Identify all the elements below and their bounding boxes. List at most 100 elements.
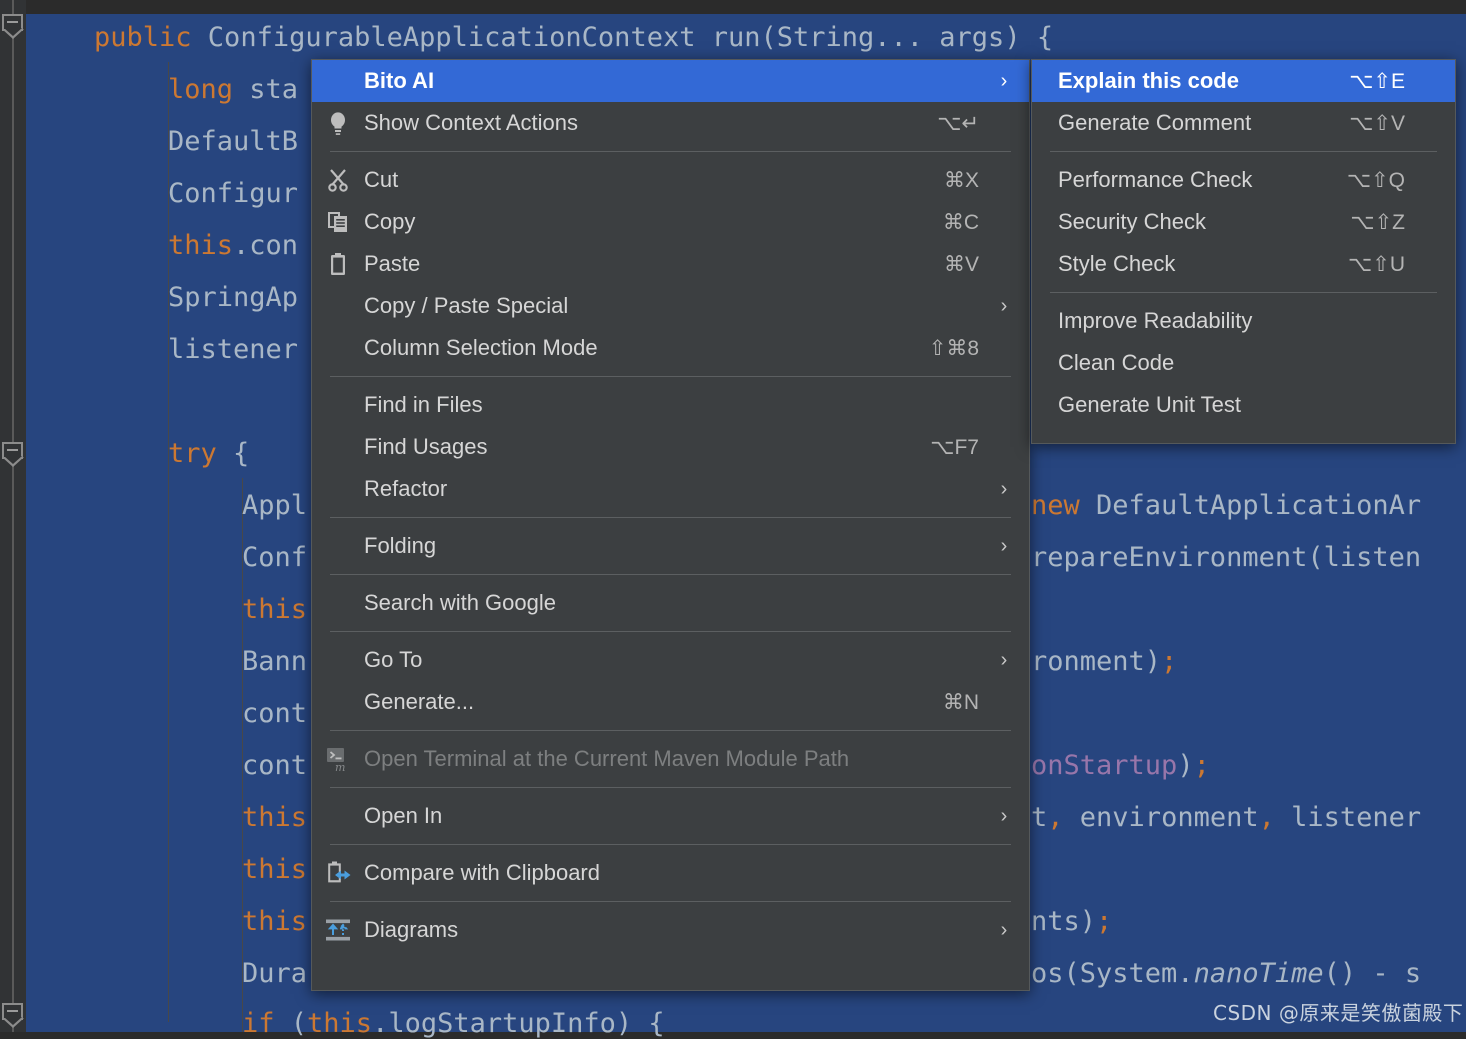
code-line: listener: [168, 334, 299, 365]
gutter-vertical-line: [12, 0, 14, 1032]
code-line: t, environment, listener: [1031, 802, 1422, 833]
menu-item-shortcut: ⌥↵: [937, 111, 979, 135]
menu-item-bito-ai[interactable]: Bito AI ›: [312, 60, 1029, 102]
menu-item-shortcut: ⌥F7: [930, 435, 979, 459]
menu-item-label: Generate Unit Test: [1058, 392, 1242, 417]
chevron-right-icon: ›: [1000, 534, 1008, 557]
menu-item-label: Security Check: [1058, 209, 1206, 234]
code-line: Configur: [168, 178, 299, 209]
menu-item-shortcut: ⌥⇧U: [1348, 252, 1405, 276]
menu-item-generate-unit-test[interactable]: Generate Unit Test: [1032, 384, 1455, 426]
menu-item-cut[interactable]: Cut ⌘X: [312, 159, 1029, 201]
code-line: new DefaultApplicationAr: [1031, 490, 1422, 521]
menu-item-shortcut: ⌥⇧Q: [1346, 168, 1405, 192]
code-line: repareEnvironment(listen: [1031, 542, 1422, 573]
menu-item-label: Show Context Actions: [364, 110, 579, 135]
menu-icon-placeholder: [312, 327, 364, 369]
menu-item-folding[interactable]: Folding ›: [312, 525, 1029, 567]
menu-item-label: Paste: [364, 251, 421, 276]
menu-item-label: Refactor: [364, 476, 448, 501]
code-line: SpringAp: [168, 282, 299, 313]
code-line: ronment);: [1031, 646, 1178, 677]
menu-item-label: Performance Check: [1058, 167, 1253, 192]
editor-context-menu[interactable]: Bito AI › Show Context Actions ⌥↵ Cut ⌘X Copy ⌘…: [311, 59, 1030, 991]
fold-marker-icon[interactable]: [2, 1003, 25, 1029]
menu-item-open-terminal-at-the-current-maven-module-path: m Open Terminal at the Current Maven Modu…: [312, 738, 1029, 780]
menu-item-label: Improve Readability: [1058, 308, 1253, 333]
menu-separator: [330, 730, 1011, 731]
menu-item-copy[interactable]: Copy ⌘C: [312, 201, 1029, 243]
code-line: try {: [168, 438, 250, 469]
menu-separator: [330, 574, 1011, 575]
menu-separator: [330, 787, 1011, 788]
menu-item-clean-code[interactable]: Clean Code: [1032, 342, 1455, 384]
terminal-maven-icon: m: [312, 738, 364, 780]
fold-marker-icon[interactable]: [2, 14, 25, 40]
menu-item-security-check[interactable]: Security Check ⌥⇧Z: [1032, 201, 1455, 243]
code-line: os(System.nanoTime() - s: [1031, 958, 1422, 989]
menu-item-label: Copy: [364, 209, 416, 234]
menu-icon-placeholder: [312, 582, 364, 624]
menu-item-label: Search with Google: [364, 590, 556, 615]
menu-separator: [330, 517, 1011, 518]
menu-item-find-usages[interactable]: Find Usages ⌥F7: [312, 426, 1029, 468]
menu-item-label: Compare with Clipboard: [364, 860, 600, 885]
menu-item-open-in[interactable]: Open In ›: [312, 795, 1029, 837]
menu-item-refactor[interactable]: Refactor ›: [312, 468, 1029, 510]
bito-ai-submenu[interactable]: Explain this code ⌥⇧E Generate Comment ⌥⇧V P…: [1031, 59, 1456, 444]
chevron-right-icon: ›: [1000, 69, 1008, 92]
menu-item-explain-this-code[interactable]: Explain this code ⌥⇧E: [1032, 60, 1455, 102]
menu-separator: [330, 901, 1011, 902]
menu-icon-placeholder: [312, 681, 364, 723]
menu-item-shortcut: ⌘N: [942, 690, 979, 714]
menu-item-copy-paste-special[interactable]: Copy / Paste Special ›: [312, 285, 1029, 327]
editor-gutter[interactable]: [0, 0, 26, 1032]
code-line: Conf: [242, 542, 308, 573]
menu-item-label: Find in Files: [364, 392, 483, 417]
menu-item-column-selection-mode[interactable]: Column Selection Mode ⇧⌘8: [312, 327, 1029, 369]
menu-item-label: Folding: [364, 533, 437, 558]
menu-icon-placeholder: [312, 795, 364, 837]
fold-marker-icon[interactable]: [2, 442, 25, 468]
menu-item-generate[interactable]: Generate... ⌘N: [312, 681, 1029, 723]
code-line: DefaultB: [168, 126, 299, 157]
menu-item-performance-check[interactable]: Performance Check ⌥⇧Q: [1032, 159, 1455, 201]
code-line: public ConfigurableApplicationContext ru…: [94, 22, 1054, 53]
menu-icon-placeholder: [312, 384, 364, 426]
menu-item-label: Generate...: [364, 689, 475, 714]
menu-item-label: Generate Comment: [1058, 110, 1252, 135]
watermark: CSDN @原来是笑傲菌殿下: [1213, 1001, 1464, 1025]
menu-item-label: Diagrams: [364, 917, 459, 942]
menu-item-compare-with-clipboard[interactable]: Compare with Clipboard: [312, 852, 1029, 894]
menu-item-diagrams[interactable]: Diagrams ›: [312, 909, 1029, 951]
menu-item-improve-readability[interactable]: Improve Readability: [1032, 300, 1455, 342]
menu-item-shortcut: ⌘X: [943, 168, 979, 192]
code-line: this: [242, 802, 308, 833]
menu-item-search-with-google[interactable]: Search with Google: [312, 582, 1029, 624]
code-line: Dura: [242, 958, 308, 989]
menu-item-paste[interactable]: Paste ⌘V: [312, 243, 1029, 285]
menu-item-shortcut: ⌥⇧Z: [1350, 210, 1405, 234]
menu-item-shortcut: ⌘V: [943, 252, 979, 276]
menu-item-find-in-files[interactable]: Find in Files: [312, 384, 1029, 426]
menu-item-label: Cut: [364, 167, 399, 192]
menu-separator: [1050, 151, 1437, 152]
menu-item-generate-comment[interactable]: Generate Comment ⌥⇧V: [1032, 102, 1455, 144]
menu-item-label: Go To: [364, 647, 423, 672]
chevron-right-icon: ›: [1000, 648, 1008, 671]
code-line: this.con: [168, 230, 299, 261]
menu-item-show-context-actions[interactable]: Show Context Actions ⌥↵: [312, 102, 1029, 144]
menu-icon-placeholder: [312, 525, 364, 567]
code-line: onStartup);: [1031, 750, 1210, 781]
menu-item-shortcut: ⌥⇧E: [1349, 69, 1405, 93]
menu-item-label: Style Check: [1058, 251, 1176, 276]
code-line: this: [242, 854, 308, 885]
menu-item-style-check[interactable]: Style Check ⌥⇧U: [1032, 243, 1455, 285]
compare-clipboard-icon: [312, 852, 364, 894]
chevron-right-icon: ›: [1000, 294, 1008, 317]
code-line: if (this.logStartupInfo) {: [242, 1008, 665, 1039]
menu-item-label: Open Terminal at the Current Maven Modul…: [364, 746, 850, 771]
menu-separator: [330, 844, 1011, 845]
menu-item-go-to[interactable]: Go To ›: [312, 639, 1029, 681]
menu-icon-placeholder: [312, 426, 364, 468]
